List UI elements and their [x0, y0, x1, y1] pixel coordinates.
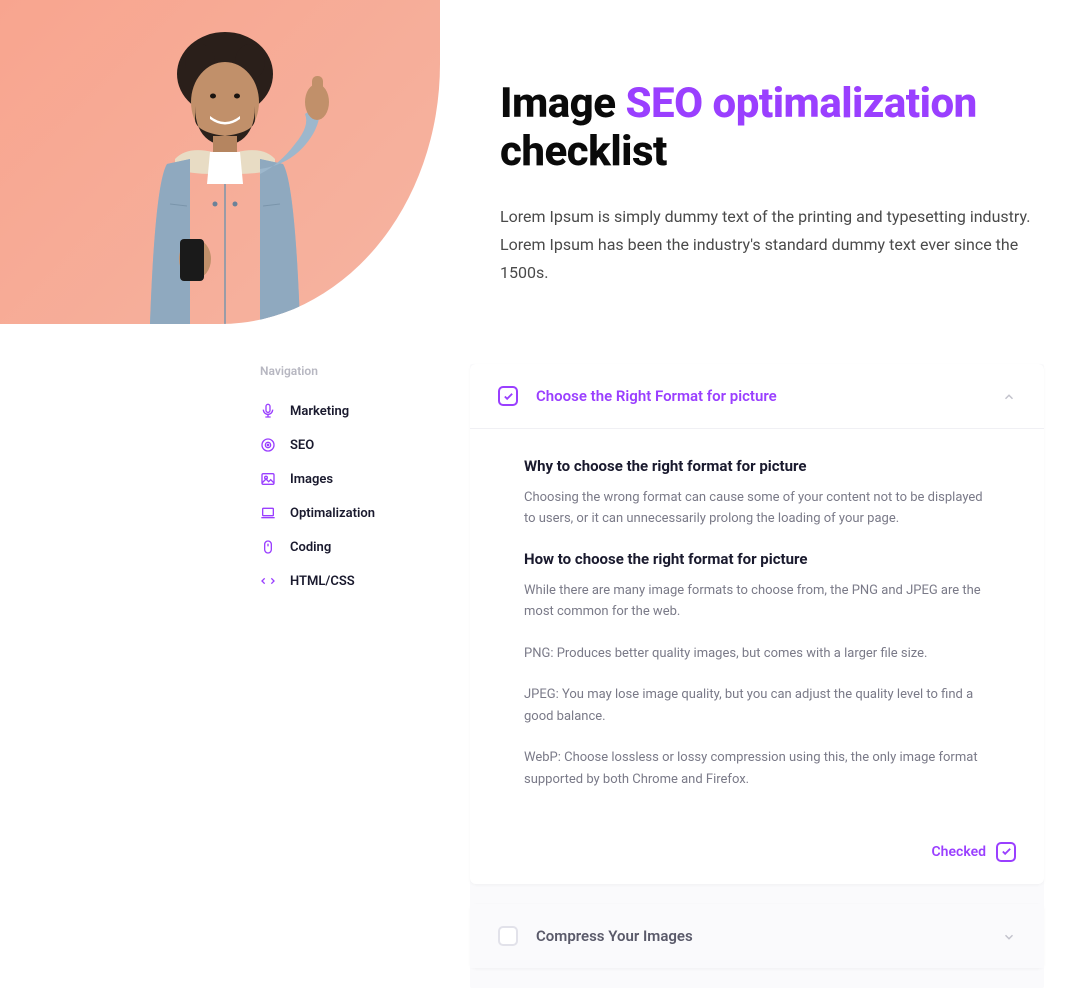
sidebar-item-marketing[interactable]: Marketing: [260, 394, 420, 428]
sidebar-item-seo[interactable]: SEO: [260, 428, 420, 462]
checklist-item-footer: Checked: [470, 830, 1044, 884]
sidebar: Navigation Marketing SEO Images Optimali…: [260, 364, 420, 988]
body-section: How to choose the right format for pictu…: [524, 550, 990, 790]
sidebar-item-label: Coding: [290, 540, 331, 555]
laptop-icon: [260, 505, 276, 521]
image-icon: [260, 471, 276, 487]
checklist-item-body: Why to choose the right format for pictu…: [470, 429, 1044, 830]
section-paragraph: JPEG: You may lose image quality, but yo…: [524, 684, 990, 727]
chevron-down-icon: [1002, 929, 1016, 943]
code-icon: [260, 573, 276, 589]
checkbox-checked-icon[interactable]: [498, 386, 518, 406]
section-paragraph: PNG: Produces better quality images, but…: [524, 643, 990, 664]
chevron-up-icon: [1002, 389, 1016, 403]
checked-label: Checked: [932, 844, 986, 860]
sidebar-item-coding[interactable]: Coding: [260, 530, 420, 564]
section-paragraph: WebP: Choose lossless or lossy compressi…: [524, 747, 990, 790]
section-paragraph: While there are many image formats to ch…: [524, 580, 990, 623]
sidebar-item-label: Marketing: [290, 404, 349, 419]
sidebar-heading: Navigation: [260, 364, 420, 378]
page-description: Lorem Ipsum is simply dummy text of the …: [500, 203, 1044, 287]
section-heading: How to choose the right format for pictu…: [524, 550, 990, 568]
mouse-icon: [260, 539, 276, 555]
sidebar-item-label: Images: [290, 472, 333, 487]
title-pre: Image: [500, 79, 625, 128]
checked-icon[interactable]: [996, 842, 1016, 862]
checklist-item: Choose the Right Format for picture Why …: [470, 364, 1044, 884]
body-section: Why to choose the right format for pictu…: [524, 457, 990, 530]
title-accent: SEO optimalization: [625, 79, 976, 128]
hero-image: [0, 0, 440, 324]
checkbox-unchecked-icon[interactable]: [498, 926, 518, 946]
checklist-item: Compress Your Images: [470, 904, 1044, 968]
sidebar-item-label: HTML/CSS: [290, 574, 355, 589]
main-content: Navigation Marketing SEO Images Optimali…: [0, 364, 1084, 988]
checklist-item-title: Choose the Right Format for picture: [536, 387, 984, 405]
checklist-item-header[interactable]: Choose the Right Format for picture: [470, 364, 1044, 429]
section-heading: Why to choose the right format for pictu…: [524, 457, 990, 475]
checklist-item-header[interactable]: Compress Your Images: [470, 904, 1044, 968]
sidebar-item-label: SEO: [290, 438, 314, 453]
page-title: Image SEO optimalization checklist: [500, 80, 1044, 177]
hero-section: Image SEO optimalization checklist Lorem…: [0, 0, 1084, 364]
sidebar-item-label: Optimalization: [290, 506, 375, 521]
hero-text: Image SEO optimalization checklist Lorem…: [500, 0, 1084, 287]
nav-list: Marketing SEO Images Optimalization Codi…: [260, 394, 420, 598]
checklist-item-title: Compress Your Images: [536, 927, 984, 945]
target-icon: [260, 437, 276, 453]
sidebar-item-optimalization[interactable]: Optimalization: [260, 496, 420, 530]
title-post: checklist: [500, 127, 667, 176]
sidebar-item-images[interactable]: Images: [260, 462, 420, 496]
mic-icon: [260, 403, 276, 419]
checklist-content: Choose the Right Format for picture Why …: [470, 364, 1044, 988]
section-paragraph: Choosing the wrong format can cause some…: [524, 487, 990, 530]
person-thumbs-up-illustration: [95, 24, 355, 324]
sidebar-item-htmlcss[interactable]: HTML/CSS: [260, 564, 420, 598]
